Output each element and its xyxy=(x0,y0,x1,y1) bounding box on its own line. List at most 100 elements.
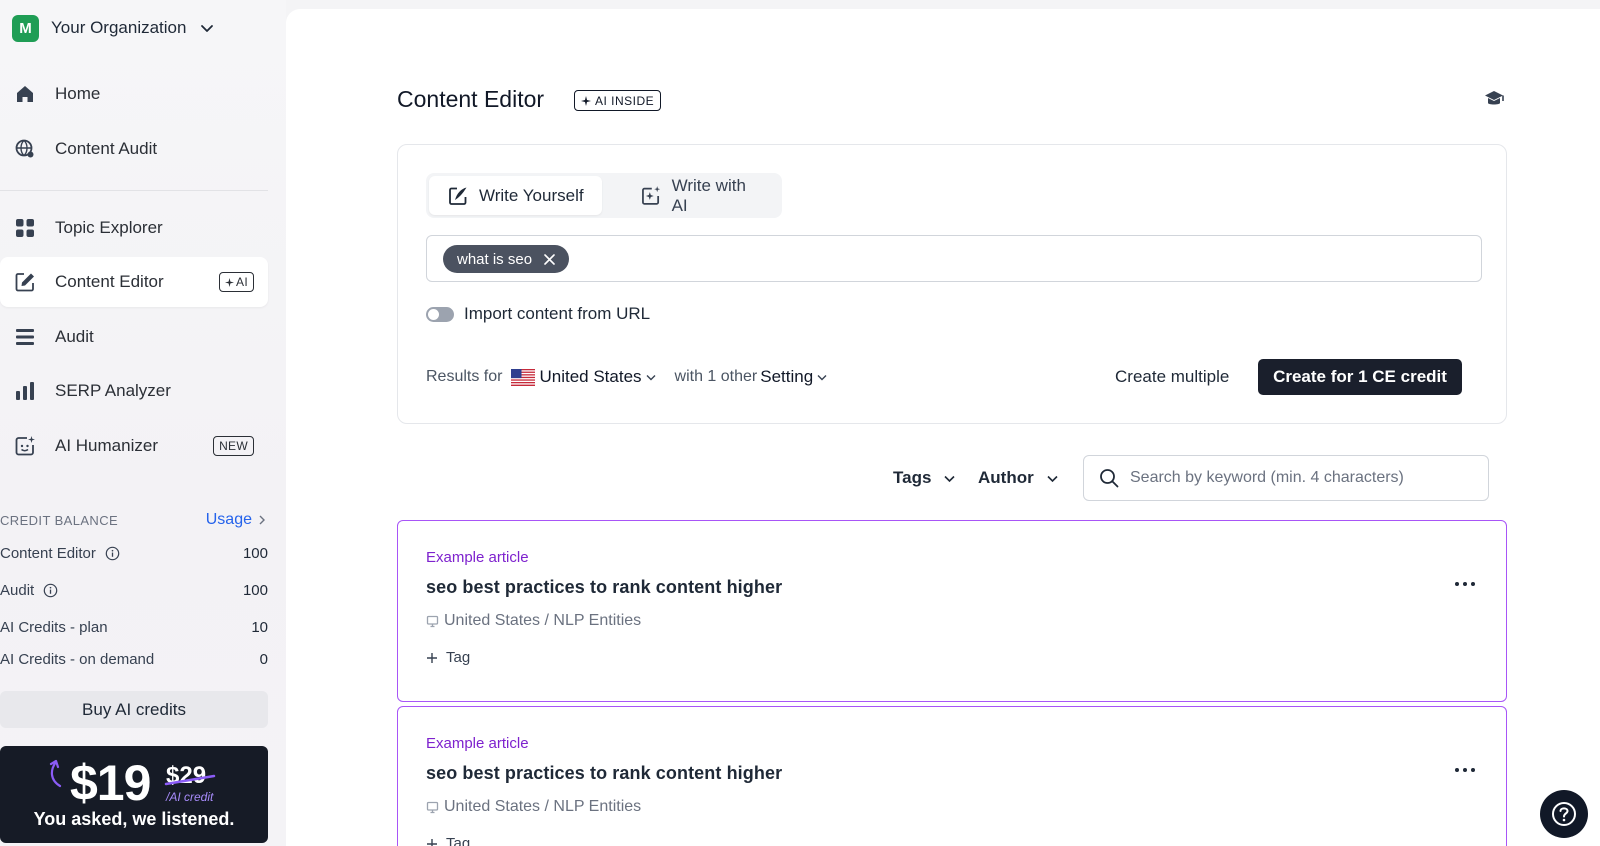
tags-filter[interactable]: Tags xyxy=(893,468,956,488)
sidebar-item-label: Topic Explorer xyxy=(55,218,163,237)
usage-link[interactable]: Usage xyxy=(206,511,268,529)
list-icon xyxy=(16,329,34,345)
add-tag-button[interactable]: Tag xyxy=(426,835,470,846)
credit-row-ai-on-demand: AI Credits - on demand 0 xyxy=(0,651,268,668)
create-multiple-button[interactable]: Create multiple xyxy=(1115,363,1229,391)
info-icon[interactable] xyxy=(43,583,58,598)
chevron-right-icon xyxy=(259,515,265,525)
credit-value: 100 xyxy=(242,545,268,562)
other-settings-text: with 1 other xyxy=(674,368,758,385)
credit-row-content-editor: Content Editor 100 xyxy=(0,545,268,562)
setting-select[interactable]: Setting xyxy=(760,367,828,387)
monitor-icon xyxy=(426,615,439,627)
article-meta-text: United States / NLP Entities xyxy=(444,798,642,815)
keyword-chip-label: what is seo xyxy=(457,250,533,268)
more-options-icon[interactable] xyxy=(1454,765,1476,775)
create-content-card: Write Yourself Write with AI what is seo… xyxy=(397,144,1507,424)
sidebar-item-home[interactable]: Home xyxy=(0,69,268,119)
sidebar-item-content-audit[interactable]: Content Audit xyxy=(0,124,268,174)
results-for-label: Results for xyxy=(426,368,503,385)
sparkle-icon xyxy=(581,95,591,106)
sparkle-icon xyxy=(225,277,235,287)
tab-write-with-ai[interactable]: Write with AI xyxy=(622,176,782,215)
globe-search-icon xyxy=(15,139,34,158)
write-mode-tabs: Write Yourself Write with AI xyxy=(426,173,782,218)
promo-unit: /AI credit xyxy=(166,790,214,804)
org-switcher[interactable]: M Your Organization xyxy=(12,14,214,42)
article-card[interactable]: Example article seo best practices to ra… xyxy=(397,520,1507,702)
graduation-cap-icon[interactable] xyxy=(1483,88,1505,110)
tab-label: Write Yourself xyxy=(479,185,584,205)
home-icon xyxy=(17,86,33,102)
create-button[interactable]: Create for 1 CE credit xyxy=(1258,359,1462,395)
credit-balance-title: CREDIT BALANCE xyxy=(0,512,119,528)
results-settings-row: Results for United States with 1 other S… xyxy=(426,367,828,387)
promo-price: $19 xyxy=(70,755,151,811)
bar-chart-icon xyxy=(16,382,34,400)
tab-write-yourself[interactable]: Write Yourself xyxy=(429,176,602,215)
credit-value: 100 xyxy=(242,582,268,599)
chevron-down-icon xyxy=(646,375,656,381)
import-url-label: Import content from URL xyxy=(464,304,651,323)
search-input[interactable] xyxy=(1130,469,1480,487)
sidebar-item-label: Home xyxy=(55,84,101,103)
grid-icon xyxy=(16,219,34,237)
help-button[interactable] xyxy=(1540,790,1588,838)
article-meta: United States / NLP Entities xyxy=(426,612,641,630)
article-card[interactable]: Example article seo best practices to ra… xyxy=(397,706,1507,846)
sidebar-item-topic-explorer[interactable]: Topic Explorer xyxy=(0,203,268,253)
close-icon[interactable] xyxy=(544,253,555,265)
country-select-value: United States xyxy=(539,367,642,386)
plus-icon xyxy=(427,652,437,663)
keyword-input[interactable]: what is seo xyxy=(426,235,1482,282)
add-tag-button[interactable]: Tag xyxy=(426,649,470,666)
sidebar: M Your Organization Home Content Audit T… xyxy=(0,0,286,846)
credit-label: Content Editor xyxy=(0,545,96,562)
sidebar-item-label: AI Humanizer xyxy=(55,436,158,455)
credit-label: Audit xyxy=(0,582,35,599)
sidebar-item-label: Content Audit xyxy=(55,139,158,158)
sidebar-item-label: Content Editor xyxy=(55,272,164,291)
curved-arrow-icon xyxy=(49,759,62,788)
us-flag-icon xyxy=(511,368,536,386)
author-filter-label: Author xyxy=(978,468,1034,487)
credit-value: 0 xyxy=(259,651,268,668)
edit-document-icon xyxy=(15,273,34,292)
credit-row-audit: Audit 100 xyxy=(0,582,268,599)
article-meta-text: United States / NLP Entities xyxy=(444,612,642,629)
org-avatar: M xyxy=(12,14,39,42)
article-kind: Example article xyxy=(426,549,529,566)
question-icon xyxy=(1552,802,1576,826)
buy-ai-credits-button[interactable]: Buy AI credits xyxy=(0,691,268,728)
monitor-icon xyxy=(426,801,439,813)
sidebar-item-content-editor[interactable]: Content Editor AI xyxy=(0,257,268,307)
import-url-toggle[interactable] xyxy=(426,306,454,322)
ai-inside-badge: AI INSIDE xyxy=(574,90,662,111)
usage-link-label: Usage xyxy=(205,511,252,528)
strikethrough-mark xyxy=(164,774,216,786)
sidebar-item-ai-humanizer[interactable]: AI Humanizer NEW xyxy=(0,421,268,471)
chevron-down-icon xyxy=(201,25,214,32)
credit-row-ai-plan: AI Credits - plan 10 xyxy=(0,619,268,636)
more-options-icon[interactable] xyxy=(1454,579,1476,589)
new-badge: NEW xyxy=(213,436,254,456)
add-tag-label: Tag xyxy=(446,835,471,846)
tags-filter-label: Tags xyxy=(893,468,932,487)
sidebar-item-label: SERP Analyzer xyxy=(55,381,171,400)
info-icon[interactable] xyxy=(105,546,120,561)
credit-label: AI Credits - on demand xyxy=(0,651,155,668)
credit-balance-header: CREDIT BALANCE Usage xyxy=(0,511,268,529)
article-meta: United States / NLP Entities xyxy=(426,798,641,816)
promo-tagline: You asked, we listened. xyxy=(33,809,235,829)
page-title: Content Editor xyxy=(397,86,545,112)
country-select[interactable]: United States xyxy=(539,367,656,387)
org-name: Your Organization xyxy=(51,18,187,37)
chevron-down-icon xyxy=(1047,475,1058,482)
add-tag-label: Tag xyxy=(446,649,471,666)
search-box xyxy=(1083,455,1489,501)
promo-banner[interactable]: $19 $29 /AI credit You asked, we listene… xyxy=(0,746,268,843)
author-filter[interactable]: Author xyxy=(978,468,1059,488)
sidebar-item-serp-analyzer[interactable]: SERP Analyzer xyxy=(0,366,268,416)
setting-select-label: Setting xyxy=(760,367,814,386)
sidebar-item-audit[interactable]: Audit xyxy=(0,312,268,362)
